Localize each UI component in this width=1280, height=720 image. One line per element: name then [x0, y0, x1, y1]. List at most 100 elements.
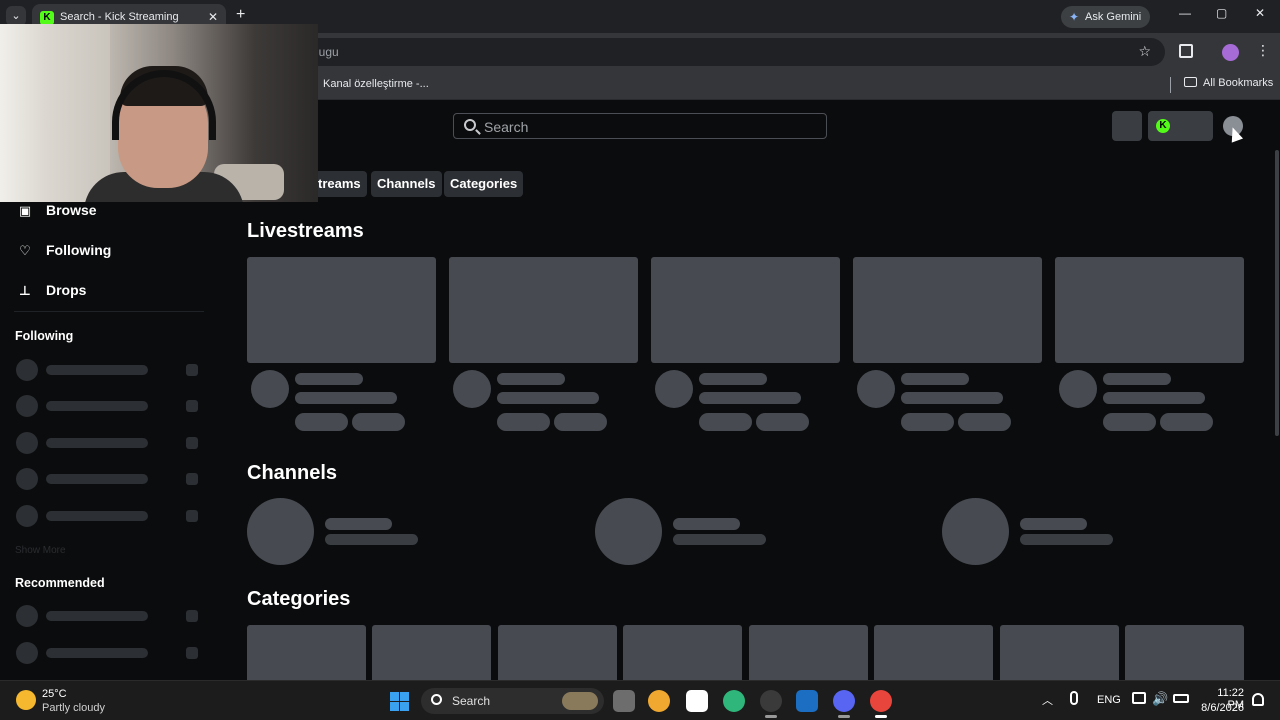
- livestream-card[interactable]: [853, 257, 1042, 433]
- skeleton-bar: [673, 518, 740, 530]
- sidebar-divider: [14, 311, 204, 312]
- skeleton-bar: [46, 474, 148, 484]
- stream-thumbnail-skeleton: [651, 257, 840, 363]
- following-heading: Following: [15, 329, 74, 343]
- weather-temperature[interactable]: 25°C: [42, 688, 67, 700]
- livestream-card[interactable]: [449, 257, 638, 433]
- discord-icon[interactable]: [833, 690, 855, 712]
- microphone-icon[interactable]: [1070, 691, 1078, 705]
- tab-close-icon[interactable]: ✕: [208, 10, 218, 24]
- livestream-card[interactable]: [651, 257, 840, 433]
- edge-icon[interactable]: [723, 690, 745, 712]
- steam-icon[interactable]: [796, 690, 818, 712]
- webcam-overlay: [0, 24, 318, 202]
- sidebar-item-drops[interactable]: ⊥ Drops: [18, 282, 86, 299]
- recommended-skeleton-row[interactable]: [16, 605, 200, 627]
- bookmark-kanal-ozellestirme[interactable]: Kanal özelleştirme -...: [323, 78, 429, 90]
- heart-icon: ♡: [19, 243, 31, 258]
- skeleton-badge: [186, 364, 198, 376]
- language-indicator[interactable]: ENG: [1097, 694, 1121, 706]
- kick-logo-icon: K: [1156, 119, 1170, 133]
- category-card[interactable]: [623, 625, 742, 685]
- skeleton-avatar: [16, 642, 38, 664]
- tab-search-button[interactable]: ⌄: [6, 6, 26, 26]
- window-close-button[interactable]: ✕: [1255, 6, 1265, 20]
- new-tab-button[interactable]: +: [236, 6, 245, 24]
- obs-icon[interactable]: [760, 690, 782, 712]
- task-view-icon[interactable]: [613, 690, 635, 712]
- clock-date[interactable]: 8/6/2026: [1198, 702, 1244, 714]
- channel-card[interactable]: [942, 498, 1182, 566]
- page-scrollbar[interactable]: [1275, 150, 1279, 436]
- ask-gemini-button[interactable]: ✦ Ask Gemini: [1061, 6, 1150, 28]
- sidebar-item-label: Following: [46, 242, 112, 258]
- category-card[interactable]: [749, 625, 868, 685]
- folder-icon: [1184, 77, 1197, 87]
- category-card[interactable]: [874, 625, 993, 685]
- taskbar-search-box[interactable]: Search: [421, 688, 604, 714]
- browser-profile-avatar[interactable]: [1222, 44, 1239, 61]
- skeleton-bar: [46, 438, 148, 448]
- battery-icon[interactable]: [1173, 694, 1189, 703]
- recommended-skeleton-row[interactable]: [16, 642, 200, 664]
- taskbar-search-label: Search: [452, 694, 491, 708]
- chrome-icon[interactable]: [870, 690, 892, 712]
- category-card[interactable]: [498, 625, 617, 685]
- skeleton-avatar: [247, 498, 314, 565]
- restore-button[interactable]: ▢: [1216, 6, 1227, 20]
- all-bookmarks-button[interactable]: All Bookmarks: [1184, 77, 1273, 89]
- search-input[interactable]: Search: [453, 113, 827, 139]
- category-card[interactable]: [1125, 625, 1244, 685]
- tray-overflow-chevron-icon[interactable]: ︿: [1042, 692, 1053, 708]
- weather-sun-icon[interactable]: [16, 690, 36, 710]
- skeleton-bar: [497, 392, 599, 404]
- skeleton-bar: [325, 534, 418, 545]
- capcut-icon[interactable]: [686, 690, 708, 712]
- header-skeleton-button[interactable]: [1112, 111, 1142, 141]
- skeleton-bar: [325, 518, 392, 530]
- sidebar-item-browse[interactable]: ▣ Browse: [18, 202, 97, 219]
- skeleton-avatar: [1059, 370, 1097, 408]
- volume-icon[interactable]: 🔊: [1152, 691, 1168, 707]
- browser-menu-icon[interactable]: ⋮: [1256, 42, 1270, 59]
- skeleton-bar: [673, 534, 766, 545]
- skeleton-avatar: [16, 468, 38, 490]
- skeleton-tag: [958, 413, 1011, 431]
- bookmark-star-icon[interactable]: ☆: [1138, 43, 1151, 60]
- minimize-button[interactable]: —: [1179, 6, 1191, 20]
- tab-categories[interactable]: Categories: [444, 171, 524, 197]
- skeleton-bar: [46, 401, 148, 411]
- category-card[interactable]: [372, 625, 491, 685]
- address-bar[interactable]: lugu ☆: [290, 38, 1165, 66]
- windows-start-icon[interactable]: [390, 692, 409, 711]
- category-card[interactable]: [1000, 625, 1119, 685]
- following-skeleton-row[interactable]: [16, 505, 200, 527]
- following-skeleton-row[interactable]: [16, 468, 200, 490]
- skeleton-bar: [1020, 518, 1087, 530]
- extensions-icon[interactable]: [1179, 44, 1193, 58]
- livestream-card[interactable]: [1055, 257, 1244, 433]
- tab-channels[interactable]: Channels: [371, 171, 442, 197]
- network-icon[interactable]: [1132, 692, 1146, 704]
- header-kick-button[interactable]: K: [1148, 111, 1213, 141]
- following-skeleton-row[interactable]: [16, 395, 200, 417]
- following-skeleton-row[interactable]: [16, 359, 200, 381]
- sidebar-item-following[interactable]: ♡ Following: [18, 242, 111, 259]
- running-indicator: [765, 715, 777, 718]
- skeleton-tag: [756, 413, 809, 431]
- skeleton-badge: [186, 400, 198, 412]
- skeleton-avatar: [16, 359, 38, 381]
- skeleton-avatar: [595, 498, 662, 565]
- show-more-link[interactable]: Show More: [15, 545, 66, 556]
- notification-bell-icon[interactable]: [1252, 693, 1264, 706]
- channel-card[interactable]: [595, 498, 835, 566]
- channel-card[interactable]: [247, 498, 487, 566]
- windows-taskbar: 25°C Partly cloudy Search ︿ ENG 🔊 11:22 …: [0, 680, 1280, 720]
- app-icon[interactable]: [648, 690, 670, 712]
- livestream-card[interactable]: [247, 257, 436, 433]
- skeleton-bar: [46, 511, 148, 521]
- skeleton-tag: [554, 413, 607, 431]
- weather-description[interactable]: Partly cloudy: [42, 702, 105, 714]
- category-card[interactable]: [247, 625, 366, 685]
- following-skeleton-row[interactable]: [16, 432, 200, 454]
